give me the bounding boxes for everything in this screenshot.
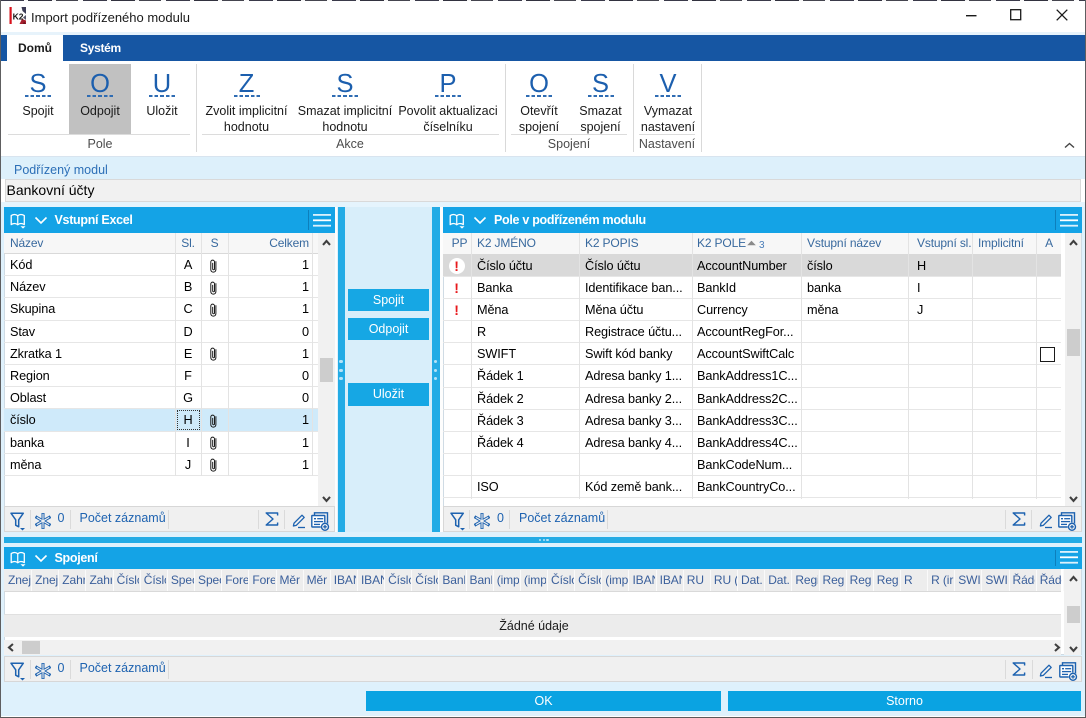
svg-text:K2: K2 <box>13 11 24 21</box>
